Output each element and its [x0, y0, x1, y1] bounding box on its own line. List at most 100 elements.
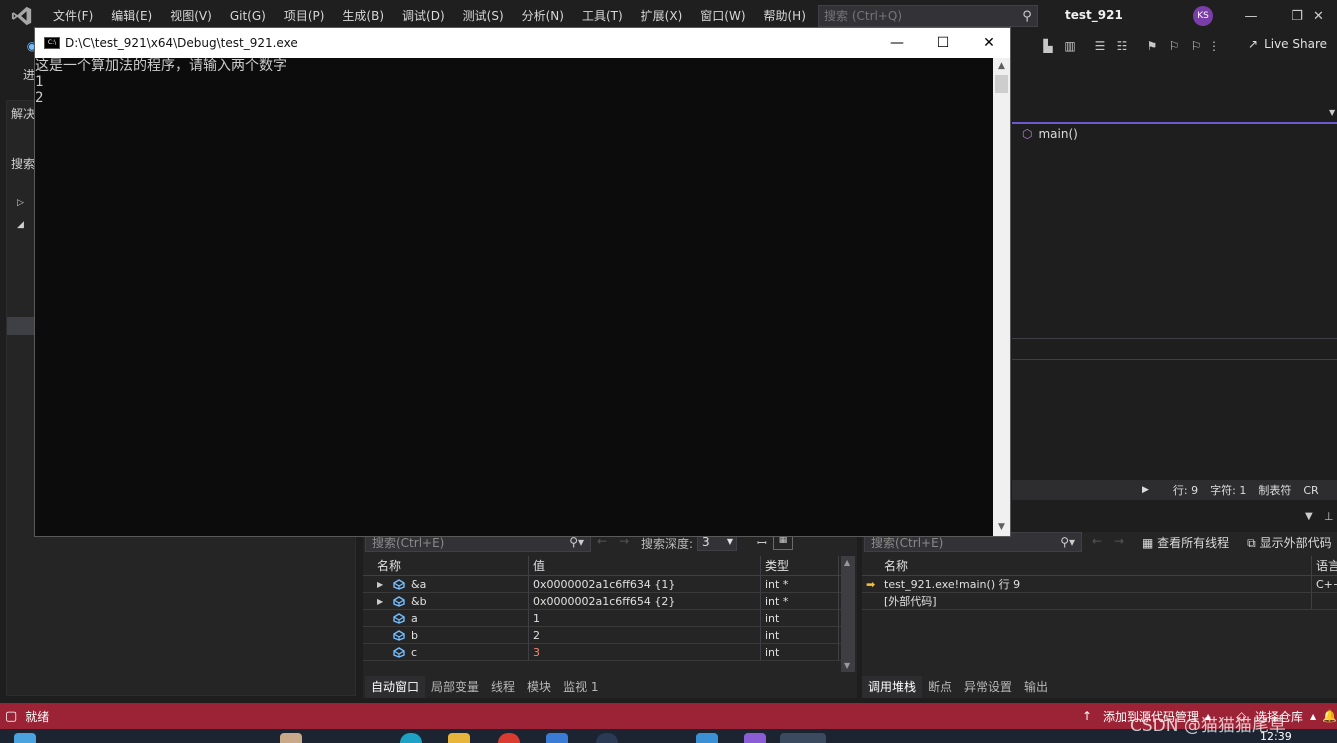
- search-depth-value: 3: [702, 535, 710, 549]
- outdent-icon[interactable]: ☷: [1114, 38, 1130, 54]
- callstack-tab-strip: 调用堆栈 断点 异常设置 输出: [862, 676, 1054, 698]
- autos-tab[interactable]: 模块: [521, 676, 557, 698]
- bookmark-icon[interactable]: ⚑: [1144, 38, 1160, 54]
- forward-arrow-icon[interactable]: →: [1114, 534, 1124, 548]
- selected-row[interactable]: [7, 317, 35, 335]
- step-over-icon[interactable]: ▥: [1062, 38, 1078, 54]
- console-title-bar[interactable]: C:\ D:\C\test_921\x64\Debug\test_921.exe…: [35, 28, 1010, 58]
- collapse-arrow-icon[interactable]: ◢: [17, 220, 24, 230]
- autos-row[interactable]: a 1 int: [363, 610, 841, 627]
- search-icon: ⚲: [1022, 8, 1032, 24]
- type-column-header[interactable]: 类型: [761, 556, 839, 575]
- callstack-tab[interactable]: 输出: [1018, 676, 1054, 698]
- bell-icon[interactable]: 🔔: [1322, 709, 1337, 723]
- expand-arrow-icon[interactable]: ▶: [377, 576, 383, 592]
- scroll-down-icon[interactable]: ▼: [844, 661, 850, 670]
- line-indicator[interactable]: 行: 9: [1173, 482, 1198, 498]
- autos-row[interactable]: c 3 int: [363, 644, 841, 661]
- variable-value[interactable]: 0x0000002a1c6ff654 {2}: [529, 593, 761, 609]
- char-indicator[interactable]: 字符: 1: [1210, 482, 1246, 498]
- callstack-tab[interactable]: 异常设置: [958, 676, 1018, 698]
- pin-icon[interactable]: ⊥: [1324, 510, 1334, 523]
- global-search-input[interactable]: [824, 9, 1017, 23]
- callstack-tab[interactable]: 调用堆栈: [862, 676, 923, 698]
- variable-value[interactable]: 0x0000002a1c6ff634 {1}: [529, 576, 761, 592]
- notification-icon[interactable]: ▢: [5, 709, 17, 724]
- search-icon: ⚲▾: [1060, 535, 1075, 549]
- console-output[interactable]: 这是一个算加法的程序，请输入两个数字 1 2: [35, 58, 995, 536]
- callstack-rows: ➡ test_921.exe!main() 行 9 C++ [外部代码]: [862, 576, 1337, 610]
- tabs-indicator[interactable]: 制表符: [1258, 482, 1291, 498]
- console-window[interactable]: C:\ D:\C\test_921\x64\Debug\test_921.exe…: [34, 27, 1011, 537]
- show-external-code-button[interactable]: ⧉ 显示外部代码: [1247, 534, 1331, 551]
- variable-icon: [393, 630, 405, 641]
- share-icon: ↗: [1248, 37, 1259, 51]
- call-stack-panel: 搜索(Ctrl+E) ⚲▾ ← → ▦ 查看所有线程 ⧉ 显示外部代码 名称 语…: [862, 532, 1337, 698]
- steam-icon[interactable]: [596, 733, 618, 743]
- back-arrow-icon[interactable]: ←: [1092, 534, 1102, 548]
- function-navigation-dropdown[interactable]: ⬡ main(): [1022, 127, 1078, 141]
- bookmark-prev-icon[interactable]: ⚐: [1166, 38, 1182, 54]
- console-minimize-button[interactable]: —: [874, 28, 920, 58]
- variable-value[interactable]: 3: [529, 644, 761, 660]
- scroll-up-icon[interactable]: ▲: [844, 558, 850, 567]
- callstack-row[interactable]: [外部代码]: [862, 593, 1337, 610]
- tab-dropdown-icon[interactable]: ▼: [1329, 108, 1335, 117]
- user-avatar[interactable]: KS: [1193, 6, 1213, 26]
- autos-row[interactable]: ▶ &a 0x0000002a1c6ff634 {1} int *: [363, 576, 841, 593]
- console-taskbar-icon[interactable]: [780, 733, 826, 743]
- variable-name: a: [363, 610, 529, 626]
- callstack-row[interactable]: ➡ test_921.exe!main() 行 9 C++: [862, 576, 1337, 593]
- solution-name: test_921: [1065, 8, 1123, 22]
- autos-tab[interactable]: 局部变量: [425, 676, 485, 698]
- variable-value[interactable]: 2: [529, 627, 761, 643]
- variable-value[interactable]: 1: [529, 610, 761, 626]
- mail-icon[interactable]: [546, 733, 568, 743]
- live-share-button[interactable]: ↗ Live Share: [1248, 37, 1327, 51]
- frame-name[interactable]: [外部代码]: [880, 593, 1312, 609]
- scroll-up-icon[interactable]: ▲: [993, 58, 1010, 75]
- name-column-header[interactable]: 名称: [880, 556, 1312, 575]
- callstack-tab[interactable]: 断点: [922, 676, 958, 698]
- bookmark-next-icon[interactable]: ⚐: [1188, 38, 1204, 54]
- autos-row[interactable]: ▶ &b 0x0000002a1c6ff654 {2} int *: [363, 593, 841, 610]
- more-options-icon[interactable]: ⋮: [1206, 38, 1222, 54]
- avatar-icon[interactable]: [280, 733, 302, 743]
- minimize-button[interactable]: —: [1228, 0, 1274, 32]
- start-icon[interactable]: [14, 733, 36, 743]
- console-maximize-button[interactable]: ☐: [920, 28, 966, 58]
- global-search-box[interactable]: ⚲: [818, 5, 1038, 27]
- visual-studio-taskbar-icon[interactable]: [744, 733, 766, 743]
- console-close-button[interactable]: ✕: [966, 28, 1012, 58]
- scroll-thumb[interactable]: [995, 75, 1008, 93]
- autos-tab[interactable]: 线程: [485, 676, 521, 698]
- autos-scrollbar[interactable]: ▲ ▼: [841, 556, 855, 672]
- solution-search-label[interactable]: 搜索: [11, 155, 35, 172]
- scroll-down-icon[interactable]: ▼: [993, 519, 1010, 536]
- autos-header-row: 名称 值 类型: [363, 556, 841, 576]
- expand-arrow-icon[interactable]: ▶: [377, 593, 383, 609]
- autos-row[interactable]: b 2 int: [363, 627, 841, 644]
- expand-arrow-icon[interactable]: ▷: [17, 198, 24, 208]
- console-scrollbar[interactable]: ▲ ▼: [993, 58, 1010, 536]
- name-column-header[interactable]: 名称: [363, 556, 529, 575]
- app-icon[interactable]: [696, 733, 718, 743]
- step-icon[interactable]: ▙: [1040, 38, 1056, 54]
- autos-tab[interactable]: 监视 1: [557, 676, 604, 698]
- autos-tab[interactable]: 自动窗口: [365, 676, 426, 698]
- eol-indicator[interactable]: CR: [1303, 484, 1318, 497]
- indent-icon[interactable]: ☰: [1092, 38, 1108, 54]
- language-column-header[interactable]: 语言: [1312, 556, 1337, 575]
- scroll-right-icon[interactable]: ▶: [1142, 485, 1149, 495]
- chrome-icon[interactable]: [498, 733, 520, 743]
- panel-dropdown-icon[interactable]: ▼: [1305, 511, 1313, 522]
- threads-icon: ▦: [1142, 536, 1158, 550]
- value-column-header[interactable]: 值: [529, 556, 761, 575]
- view-all-threads-button[interactable]: ▦ 查看所有线程: [1142, 534, 1229, 551]
- variable-icon: [393, 579, 405, 590]
- close-button[interactable]: ✕: [1300, 0, 1337, 32]
- edge-icon[interactable]: [400, 733, 422, 743]
- cube-icon: ⬡: [1022, 127, 1033, 141]
- folder-icon[interactable]: [448, 733, 470, 743]
- frame-name[interactable]: test_921.exe!main() 行 9: [880, 576, 1312, 592]
